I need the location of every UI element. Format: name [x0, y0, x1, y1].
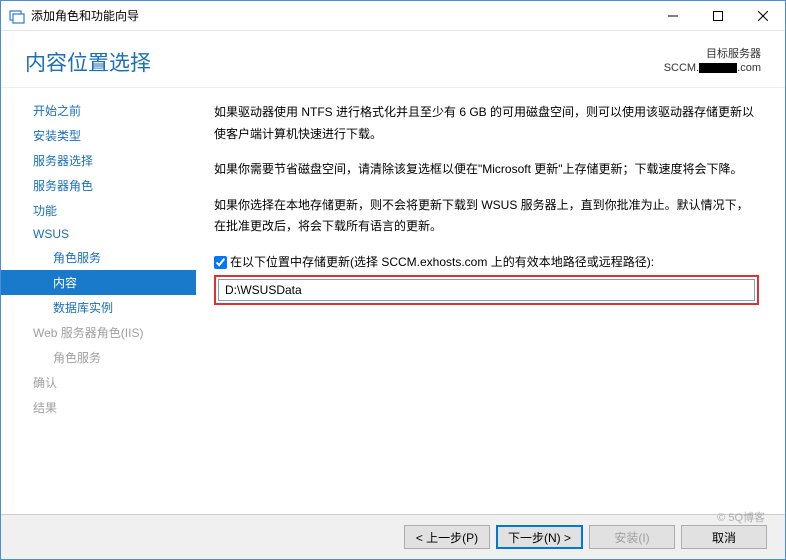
minimize-button[interactable] [650, 1, 695, 30]
close-button[interactable] [740, 1, 785, 30]
app-icon [9, 8, 25, 24]
sidebar-item-11: 确认 [1, 370, 196, 395]
next-button[interactable]: 下一步(N) > [496, 525, 583, 549]
sidebar-item-5[interactable]: WSUS [1, 223, 196, 245]
install-button: 安装(I) [589, 525, 675, 549]
sidebar-item-12: 结果 [1, 395, 196, 420]
wizard-header: 内容位置选择 目标服务器 SCCM..com [1, 31, 785, 88]
store-locally-row: 在以下位置中存储更新(选择 SCCM.exhosts.com 上的有效本地路径或… [214, 252, 759, 274]
paragraph-3: 如果你选择在本地存储更新，则不会将更新下载到 WSUS 服务器上，直到你批准为止… [214, 195, 759, 238]
previous-button[interactable]: < 上一步(P) [404, 525, 490, 549]
store-locally-checkbox[interactable] [214, 256, 227, 269]
maximize-button[interactable] [695, 1, 740, 30]
cancel-button[interactable]: 取消 [681, 525, 767, 549]
titlebar: 添加角色和功能向导 [1, 1, 785, 31]
sidebar-item-6[interactable]: 角色服务 [1, 245, 196, 270]
redacted-text [699, 63, 737, 73]
storage-path-input[interactable] [218, 279, 755, 301]
sidebar-item-9: Web 服务器角色(IIS) [1, 320, 196, 345]
sidebar: 开始之前安装类型服务器选择服务器角色功能WSUS角色服务内容数据库实例Web 服… [1, 88, 196, 514]
sidebar-item-7[interactable]: 内容 [1, 270, 196, 295]
store-locally-label[interactable]: 在以下位置中存储更新(选择 SCCM.exhosts.com 上的有效本地路径或… [230, 252, 654, 274]
target-server-label: 目标服务器 [664, 47, 761, 61]
path-input-highlight [214, 275, 759, 306]
content-panel: 如果驱动器使用 NTFS 进行格式化并且至少有 6 GB 的可用磁盘空间，则可以… [196, 88, 785, 514]
paragraph-1: 如果驱动器使用 NTFS 进行格式化并且至少有 6 GB 的可用磁盘空间，则可以… [214, 102, 759, 145]
target-server-name: SCCM..com [664, 61, 761, 75]
wizard-window: 添加角色和功能向导 内容位置选择 目标服务器 SCCM..com 开始之前安装类… [0, 0, 786, 560]
paragraph-2: 如果你需要节省磁盘空间，请清除该复选框以便在"Microsoft 更新"上存储更… [214, 159, 759, 181]
sidebar-item-2[interactable]: 服务器选择 [1, 148, 196, 173]
window-title: 添加角色和功能向导 [31, 7, 650, 24]
wizard-footer: © 5Q博客 < 上一步(P) 下一步(N) > 安装(I) 取消 [1, 514, 785, 559]
page-title: 内容位置选择 [25, 47, 151, 77]
target-server-info: 目标服务器 SCCM..com [664, 47, 761, 76]
sidebar-item-0[interactable]: 开始之前 [1, 98, 196, 123]
sidebar-item-10: 角色服务 [1, 345, 196, 370]
sidebar-item-8[interactable]: 数据库实例 [1, 295, 196, 320]
window-controls [650, 1, 785, 30]
wizard-body: 开始之前安装类型服务器选择服务器角色功能WSUS角色服务内容数据库实例Web 服… [1, 88, 785, 514]
sidebar-item-4[interactable]: 功能 [1, 198, 196, 223]
sidebar-item-1[interactable]: 安装类型 [1, 123, 196, 148]
sidebar-item-3[interactable]: 服务器角色 [1, 173, 196, 198]
